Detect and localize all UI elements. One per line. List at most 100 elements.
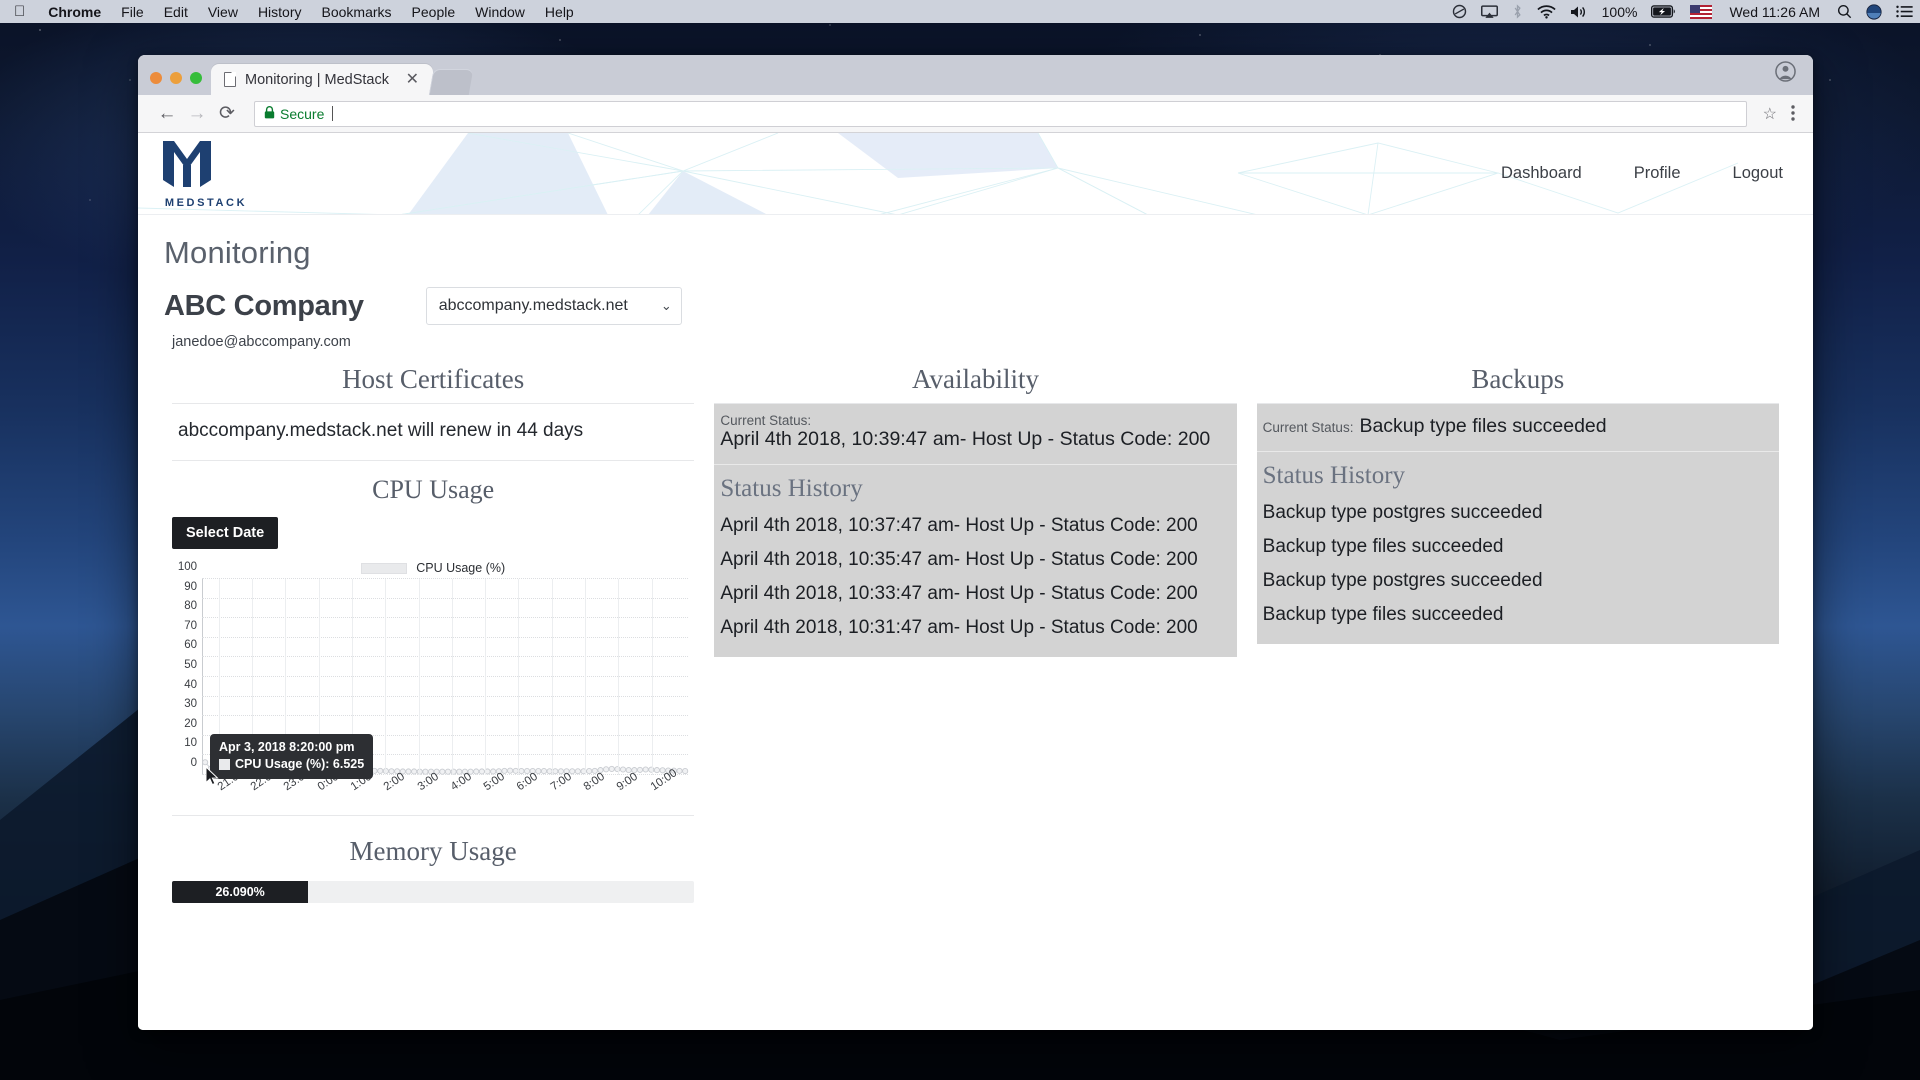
close-window-button[interactable] (150, 72, 162, 84)
user-email: janedoe@abccompany.com (172, 334, 351, 350)
legend-label: CPU Usage (%) (416, 561, 506, 575)
memory-usage-fill: 26.090% (172, 881, 309, 903)
host-certificates-heading: Host Certificates (342, 364, 525, 394)
notification-center-icon[interactable] (1889, 5, 1920, 18)
chart-gridline (202, 676, 689, 677)
volume-icon[interactable] (1563, 5, 1595, 19)
menu-item-chrome[interactable]: Chrome (38, 4, 111, 20)
chart-plot-area: Apr 3, 2018 8:20:00 pm CPU Usage (%): 6.… (178, 561, 689, 793)
minimize-window-button[interactable] (170, 72, 182, 84)
current-status-label: Current Status: (1262, 420, 1354, 435)
bluetooth-icon[interactable] (1505, 4, 1530, 19)
new-tab-button[interactable] (428, 69, 474, 95)
siri-icon[interactable] (1859, 3, 1889, 20)
chart-data-point (202, 759, 209, 766)
browser-tab-active[interactable]: Monitoring | MedStack ✕ (211, 64, 433, 95)
forward-button[interactable]: → (182, 104, 212, 123)
spotlight-search-icon[interactable] (1830, 4, 1859, 19)
chart-gridline (202, 695, 689, 697)
battery-icon[interactable] (1644, 5, 1683, 18)
tooltip-timestamp: Apr 3, 2018 8:20:00 pm (219, 740, 355, 755)
chart-gridline (485, 579, 487, 775)
menu-item-edit[interactable]: Edit (154, 4, 198, 20)
reload-button[interactable]: ⟳ (212, 104, 242, 123)
chart-gridline (202, 597, 689, 599)
cpu-usage-heading: CPU Usage (372, 475, 495, 504)
chart-gridline (585, 579, 587, 775)
backups-panel: Current Status: Backup type files succee… (1256, 404, 1779, 644)
chart-data-point (535, 768, 542, 775)
wifi-icon[interactable] (1530, 4, 1563, 19)
chart-data-point (676, 767, 683, 774)
browser-tab-strip: Monitoring | MedStack ✕ (138, 55, 1813, 95)
airplay-icon[interactable] (1474, 4, 1505, 19)
memory-usage-heading: Memory Usage (172, 815, 695, 867)
menu-item-people[interactable]: People (402, 4, 466, 20)
current-status-value: Backup type files succeeded (1359, 415, 1607, 437)
y-axis-tick-label: 50 (184, 659, 197, 671)
list-item: Backup type files succeeded (1262, 604, 1504, 625)
menu-item-bookmarks[interactable]: Bookmarks (312, 4, 402, 20)
address-bar[interactable]: Secure (254, 100, 1747, 127)
chart-gridline (385, 579, 387, 775)
medstack-logo[interactable]: MEDSTACK (160, 139, 252, 209)
availability-current-status: Current Status: April 4th 2018, 10:39:47… (714, 404, 1237, 465)
menu-item-file[interactable]: File (111, 4, 154, 20)
apple-logo-icon[interactable]:  (14, 4, 25, 19)
panel-padding (1257, 632, 1779, 644)
menu-item-help[interactable]: Help (535, 4, 584, 20)
medstack-logo-text: MEDSTACK (164, 196, 248, 209)
menu-item-view[interactable]: View (198, 4, 248, 20)
chart-gridline (202, 715, 689, 717)
list-item: Backup type postgres succeeded (1262, 570, 1543, 591)
nav-dashboard[interactable]: Dashboard (1501, 164, 1582, 183)
page-icon (224, 72, 236, 87)
tooltip-swatch (219, 759, 230, 771)
cpu-usage-chart[interactable]: CPU Usage (%) Apr 3, 2018 8:20:00 pm CPU (172, 561, 694, 793)
current-status-label: Current Status: (720, 413, 812, 428)
chevron-down-icon: ⌄ (660, 298, 672, 313)
chart-gridline (418, 579, 420, 775)
lock-icon (264, 105, 275, 122)
close-tab-icon[interactable]: ✕ (401, 71, 424, 88)
keyboard-flag-icon[interactable] (1683, 4, 1719, 19)
nav-profile[interactable]: Profile (1634, 164, 1681, 183)
chart-gridline (618, 579, 620, 775)
company-row: ABC Company abccompany.medstack.net ⌄ (164, 287, 1787, 325)
do-not-disturb-icon[interactable] (1445, 4, 1474, 19)
tooltip-value: CPU Usage (%): 6.525 (235, 757, 365, 772)
chart-gridline (202, 578, 689, 579)
mac-menu-bar:  Chrome File Edit View History Bookmark… (0, 0, 1920, 23)
y-axis-tick-label: 40 (184, 678, 197, 691)
bookmark-star-icon[interactable]: ☆ (1755, 104, 1785, 124)
menubar-clock[interactable]: Wed 11:26 AM (1719, 4, 1830, 20)
menu-item-history[interactable]: History (248, 4, 312, 20)
mouse-cursor-icon (206, 767, 219, 786)
menu-item-window[interactable]: Window (465, 4, 535, 20)
backups-current-status: Current Status: Backup type files succee… (1256, 404, 1779, 452)
nav-logout[interactable]: Logout (1733, 164, 1783, 183)
chart-gridline (451, 579, 453, 775)
chart-data-point (608, 765, 615, 772)
chrome-menu-icon[interactable] (1785, 105, 1799, 122)
y-axis-tick-label: 30 (184, 698, 197, 711)
chart-gridline (518, 579, 520, 775)
chart-data-point (501, 767, 508, 774)
company-name: ABC Company (164, 289, 364, 322)
maximize-window-button[interactable] (190, 72, 202, 84)
host-select-dropdown[interactable]: abccompany.medstack.net ⌄ (425, 287, 682, 325)
list-item: Backup type files succeeded (1262, 536, 1504, 557)
profile-avatar-icon[interactable] (1775, 61, 1796, 87)
browser-toolbar: ← → ⟳ Secure ☆ (138, 95, 1813, 133)
chart-gridline (202, 617, 689, 619)
tooltip-value-row: CPU Usage (%): 6.525 (219, 756, 364, 773)
site-header: MEDSTACK Dashboard Profile Logout (138, 133, 1813, 215)
y-axis-tick-label: 10 (184, 737, 197, 750)
back-button[interactable]: ← (152, 104, 182, 123)
y-axis-tick-label: 80 (184, 600, 197, 613)
chart-data-point (603, 766, 610, 773)
list-item: April 4th 2018, 10:31:47 am- Host Up - S… (720, 617, 1198, 638)
chart-gridline (651, 579, 653, 775)
y-axis-tick-label: 0 (190, 757, 197, 769)
select-date-button[interactable]: Select Date (172, 517, 279, 549)
